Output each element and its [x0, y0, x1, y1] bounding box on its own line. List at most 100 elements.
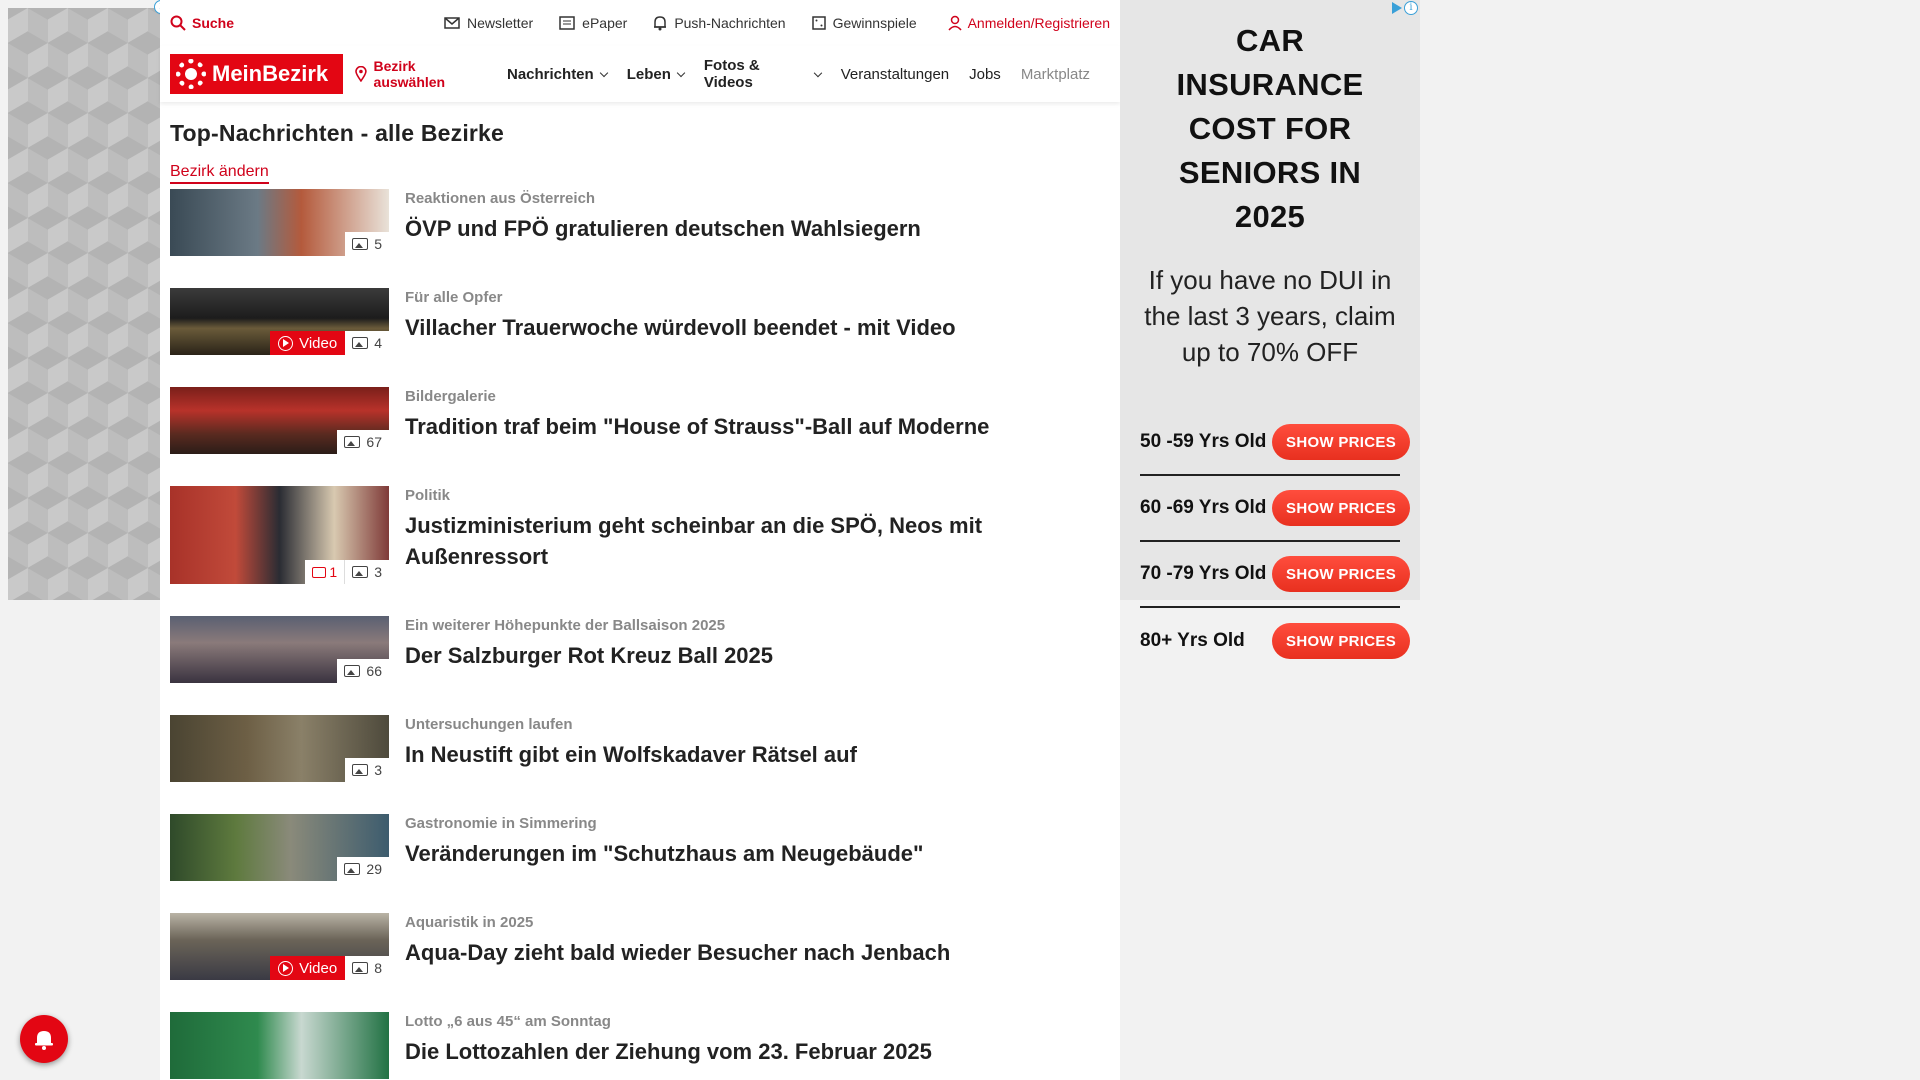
right-ad-banner[interactable]: i CAR INSURANCE COST FOR SENIORS IN 2025… [1120, 0, 1420, 659]
ad-choices[interactable]: i [1392, 1, 1418, 15]
ad-age-label: 80+ Yrs Old [1140, 630, 1245, 651]
location-pin-icon [354, 66, 367, 82]
image-icon [352, 764, 369, 776]
article-kicker: Reaktionen aus Österreich [405, 190, 596, 207]
play-icon [278, 960, 294, 976]
logo-sun-icon [176, 59, 206, 89]
show-prices-button[interactable]: SHOW PRICES [1272, 424, 1410, 460]
article-kicker: Lotto „6 aus 45“ am Sonntag [405, 1013, 611, 1030]
chevron-down-icon [599, 68, 608, 77]
nav-marktplatz[interactable]: Marktplatz [1021, 57, 1090, 91]
ad-subtext: If you have no DUI in the last 3 years, … [1144, 265, 1396, 367]
article-thumbnail[interactable]: 67 [170, 387, 389, 454]
article-headline[interactable]: Tradition traf beim "House of Strauss"-B… [405, 411, 1025, 442]
article-item[interactable]: Video 4 Für alle Opfer Villacher Trauerwo… [170, 288, 1120, 387]
gewinnspiele-link[interactable]: Gewinnspiele [811, 15, 917, 31]
article-kicker: Aquaristik in 2025 [405, 914, 534, 931]
notification-bell-button[interactable] [20, 1015, 68, 1063]
article-kicker: Untersuchungen laufen [405, 716, 573, 733]
nav-veranstaltungen[interactable]: Veranstaltungen [841, 57, 949, 91]
nav-fotos-videos[interactable]: Fotos & Videos [704, 57, 822, 91]
comment-icon [312, 566, 327, 578]
article-thumbnail[interactable]: Video 4 [170, 288, 389, 355]
article-item[interactable]: Lotto „6 aus 45“ am Sonntag Die Lottozah… [170, 1012, 1120, 1080]
image-icon [352, 962, 369, 974]
article-headline[interactable]: Villacher Trauerwoche würdevoll beendet … [405, 312, 1025, 343]
article-headline[interactable]: Die Lottozahlen der Ziehung vom 23. Febr… [405, 1036, 1025, 1067]
ad-age-row: 50 -59 Yrs Old SHOW PRICES [1140, 410, 1410, 476]
main-nav: MeinBezirk Bezirk auswählen Nachrichten … [160, 46, 1120, 102]
image-icon [352, 337, 369, 349]
image-count-badge: 67 [337, 430, 389, 454]
article-thumbnail[interactable]: 3 [170, 715, 389, 782]
article-headline[interactable]: In Neustift gibt ein Wolfskadaver Rätsel… [405, 739, 1025, 770]
ad-info-icon: i [1404, 1, 1418, 15]
article-item[interactable]: 3 Untersuchungen laufen In Neustift gibt… [170, 715, 1120, 814]
page-title: Top-Nachrichten - alle Bezirke [170, 120, 505, 146]
article-headline[interactable]: Aqua-Day zieht bald wieder Besucher nach… [405, 937, 1025, 968]
mail-icon [444, 17, 460, 29]
ad-age-label: 70 -79 Yrs Old [1140, 563, 1267, 584]
image-icon [344, 863, 361, 875]
site-logo[interactable]: MeinBezirk [170, 54, 343, 94]
article-thumbnail[interactable]: 5 [170, 189, 389, 256]
comment-badge: 1 [305, 560, 346, 584]
article-item[interactable]: 13 Politik Justizministerium geht schein… [170, 486, 1120, 616]
nav-nachrichten[interactable]: Nachrichten [507, 57, 608, 91]
article-kicker: Politik [405, 487, 451, 504]
ad-age-label: 60 -69 Yrs Old [1140, 497, 1267, 518]
ad-age-row: 60 -69 Yrs Old SHOW PRICES [1140, 476, 1410, 542]
push-link[interactable]: Push-Nachrichten [653, 15, 786, 31]
video-badge: Video [270, 331, 346, 355]
article-thumbnail[interactable]: 13 [170, 486, 389, 584]
article-headline[interactable]: ÖVP und FPÖ gratulieren deutschen Wahlsi… [405, 213, 1025, 244]
article-headline[interactable]: Veränderungen im "Schutzhaus am Neugebäu… [405, 838, 1025, 869]
user-icon [948, 15, 962, 31]
show-prices-button[interactable]: SHOW PRICES [1272, 556, 1410, 592]
article-thumbnail[interactable] [170, 1012, 389, 1079]
image-icon [352, 566, 369, 578]
main-column: Suche Newsletter ePaper Push-Nachrichten… [160, 0, 1120, 1080]
image-icon [344, 665, 361, 677]
article-headline[interactable]: Der Salzburger Rot Kreuz Ball 2025 [405, 640, 1025, 671]
article-item[interactable]: Video 8 Aquaristik in 2025 Aqua-Day zieht… [170, 913, 1120, 1012]
play-icon [278, 335, 294, 351]
ad-age-rows: 50 -59 Yrs Old SHOW PRICES 60 -69 Yrs Old… [1120, 410, 1420, 674]
search-icon [170, 15, 186, 31]
show-prices-button[interactable]: SHOW PRICES [1272, 623, 1410, 659]
article-thumbnail[interactable]: 29 [170, 814, 389, 881]
top-utility-bar: Suche Newsletter ePaper Push-Nachrichten… [160, 0, 1120, 46]
login-link[interactable]: Anmelden/Registrieren [948, 15, 1110, 31]
image-count-badge: 66 [337, 659, 389, 683]
bezirk-select-button[interactable]: Bezirk auswählen [354, 58, 490, 90]
article-item[interactable]: 66 Ein weiterer Höhepunkte der Ballsaiso… [170, 616, 1120, 715]
ad-age-row: 80+ Yrs Old SHOW PRICES [1140, 608, 1410, 674]
show-prices-button[interactable]: SHOW PRICES [1272, 490, 1410, 526]
article-headline[interactable]: Justizministerium geht scheinbar an die … [405, 510, 1025, 572]
chevron-down-icon [676, 68, 686, 77]
image-count-badge: 5 [345, 232, 389, 256]
article-kicker: Für alle Opfer [405, 289, 503, 306]
article-thumbnail[interactable]: Video 8 [170, 913, 389, 980]
ad-age-row: 70 -79 Yrs Old SHOW PRICES [1140, 542, 1410, 608]
image-count-badge: 29 [337, 857, 389, 881]
article-item[interactable]: 29 Gastronomie in Simmering Veränderunge… [170, 814, 1120, 913]
newsletter-link[interactable]: Newsletter [444, 15, 533, 31]
bezirk-change-link[interactable]: Bezirk ändern [170, 163, 269, 184]
chevron-down-icon [813, 68, 822, 77]
article-kicker: Bildergalerie [405, 388, 496, 405]
article-kicker: Gastronomie in Simmering [405, 815, 597, 832]
left-skyscraper-ad[interactable]: i [8, 0, 168, 600]
bell-icon [654, 16, 667, 31]
dice-icon [811, 16, 826, 30]
article-item[interactable]: 5 Reaktionen aus Österreich ÖVP und FPÖ … [170, 189, 1120, 288]
nav-leben[interactable]: Leben [627, 57, 686, 91]
nav-jobs[interactable]: Jobs [969, 57, 1001, 91]
epaper-link[interactable]: ePaper [559, 15, 627, 31]
article-item[interactable]: 67 Bildergalerie Tradition traf beim "Ho… [170, 387, 1120, 486]
article-thumbnail[interactable]: 66 [170, 616, 389, 683]
image-icon [344, 436, 361, 448]
image-count-badge: 8 [345, 956, 389, 980]
newspaper-icon [559, 16, 575, 30]
search-link[interactable]: Suche [170, 15, 234, 31]
